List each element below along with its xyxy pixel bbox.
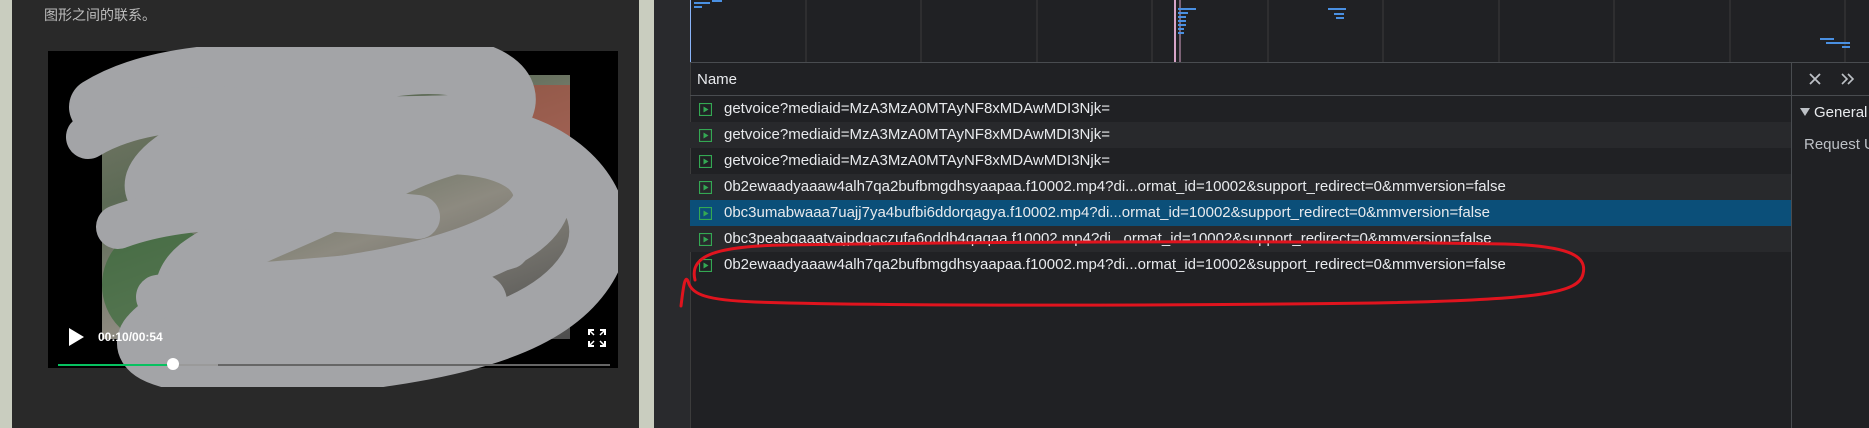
- video-player[interactable]: 00:10/00:54: [48, 47, 618, 387]
- request-name: 0b2ewaadyaaaw4alh7qa2bufbmgdhsyaapaa.f10…: [724, 178, 1506, 195]
- request-name: getvoice?mediaid=MzA3MzA0MTAyNF8xMDAwMDI…: [724, 100, 1110, 117]
- request-row[interactable]: getvoice?mediaid=MzA3MzA0MTAyNF8xMDAwMDI…: [690, 122, 1791, 148]
- video-time-readout: 00:10/00:54: [98, 330, 163, 344]
- request-row[interactable]: getvoice?mediaid=MzA3MzA0MTAyNF8xMDAwMDI…: [690, 96, 1791, 122]
- article-pane: 图形之间的联系。 00:10/00:54: [12, 0, 639, 428]
- media-file-icon: [699, 155, 712, 168]
- devtools-network-panel: Name getvoice?mediaid=MzA3MzA0MTAyNF8xMD…: [654, 0, 1869, 428]
- video-progress-bar[interactable]: [58, 358, 610, 370]
- timeline-graph: [690, 0, 1850, 62]
- request-name: 0b2ewaadyaaaw4alh7qa2bufbmgdhsyaapaa.f10…: [724, 256, 1506, 273]
- video-progress-fill: [58, 364, 173, 366]
- triangle-down-icon: [1800, 108, 1810, 116]
- name-column-header[interactable]: Name: [690, 63, 1791, 96]
- name-column-label: Name: [697, 71, 738, 88]
- request-name: 0bc3peabqaaatyajpdqaczufa6oddb4qaqaa.f10…: [724, 230, 1492, 247]
- network-overview-timeline[interactable]: [690, 0, 1869, 63]
- request-row[interactable]: 0b2ewaadyaaaw4alh7qa2bufbmgdhsyaapaa.f10…: [690, 174, 1791, 200]
- article-text: 图形之间的联系。: [44, 7, 156, 23]
- article-background: 图形之间的联系。 00:10/00:54: [0, 0, 654, 428]
- request-row[interactable]: 0bc3umabwaaa7uajj7ya4bufbi6ddorqagya.f10…: [690, 200, 1791, 226]
- media-file-icon: [699, 259, 712, 272]
- request-url-label: Request U: [1804, 136, 1869, 153]
- play-icon[interactable]: [66, 327, 86, 347]
- request-list: getvoice?mediaid=MzA3MzA0MTAyNF8xMDAwMDI…: [690, 96, 1791, 428]
- fullscreen-icon[interactable]: [588, 329, 606, 347]
- request-name: 0bc3umabwaaa7uajj7ya4bufbi6ddorqagya.f10…: [724, 204, 1490, 221]
- devtools-gutter: [654, 0, 691, 428]
- general-section-toggle[interactable]: General: [1800, 104, 1867, 121]
- close-icon[interactable]: [1808, 72, 1822, 86]
- media-file-icon: [699, 233, 712, 246]
- request-row[interactable]: 0b2ewaadyaaaw4alh7qa2bufbmgdhsyaapaa.f10…: [690, 252, 1791, 278]
- request-row[interactable]: getvoice?mediaid=MzA3MzA0MTAyNF8xMDAwMDI…: [690, 148, 1791, 174]
- general-section-label: General: [1814, 104, 1868, 121]
- video-progress-handle[interactable]: [166, 358, 179, 370]
- request-row[interactable]: 0bc3peabqaaatyajpdqaczufa6oddb4qaqaa.f10…: [690, 226, 1791, 252]
- request-details-panel: General Request U: [1791, 63, 1869, 428]
- media-file-icon: [699, 207, 712, 220]
- media-file-icon: [699, 103, 712, 116]
- details-toolbar: [1792, 63, 1869, 96]
- double-chevron-icon[interactable]: [1840, 71, 1856, 87]
- request-name: getvoice?mediaid=MzA3MzA0MTAyNF8xMDAwMDI…: [724, 126, 1110, 143]
- request-name: getvoice?mediaid=MzA3MzA0MTAyNF8xMDAwMDI…: [724, 152, 1110, 169]
- media-file-icon: [699, 129, 712, 142]
- media-file-icon: [699, 181, 712, 194]
